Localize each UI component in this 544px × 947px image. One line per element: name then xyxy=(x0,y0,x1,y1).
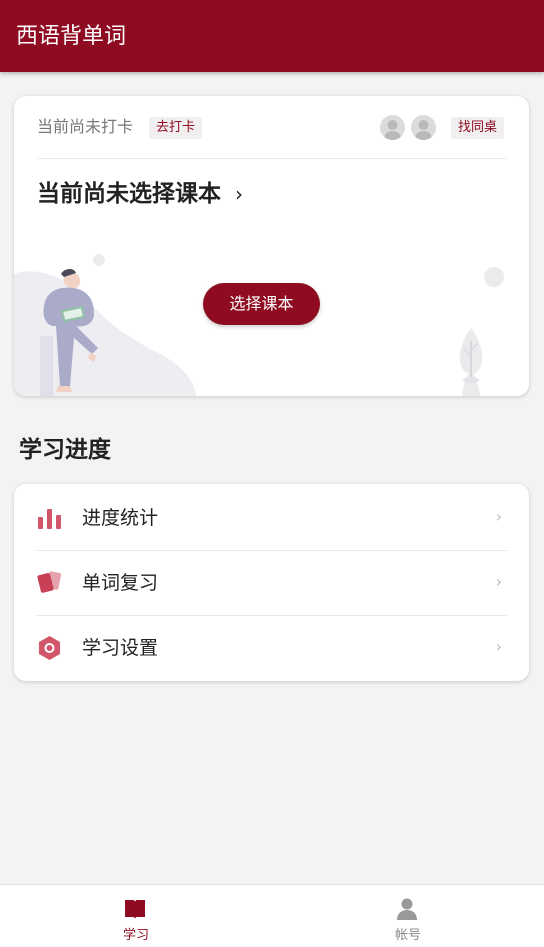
deskmate-avatar[interactable] xyxy=(411,115,436,140)
menu-item-label: 学习设置 xyxy=(82,637,159,659)
menu-item-study-settings[interactable]: 学习设置 › xyxy=(14,615,529,680)
chevron-right-icon[interactable]: › xyxy=(235,180,243,208)
chevron-right-icon: › xyxy=(495,637,502,656)
divider xyxy=(37,158,507,159)
nav-tab-label: 帐号 xyxy=(394,928,421,943)
flashcards-icon xyxy=(37,571,62,593)
nav-tab-label: 学习 xyxy=(122,928,149,943)
book-icon xyxy=(125,900,145,919)
chevron-right-icon: › xyxy=(495,572,502,591)
app-bar: 西语背单词 xyxy=(0,0,544,72)
deskmate-avatar[interactable] xyxy=(380,115,405,140)
menu-item-progress-stats[interactable]: 进度统计 › xyxy=(14,485,529,550)
app-title: 西语背单词 xyxy=(16,24,127,49)
bottom-navigation: 学习 帐号 xyxy=(0,884,544,947)
progress-menu: 进度统计 › 单词复习 › 学习设置 › xyxy=(14,484,529,681)
checkin-button[interactable]: 去打卡 xyxy=(149,117,203,139)
progress-section-title: 学习进度 xyxy=(19,437,111,463)
nav-tab-study[interactable]: 学习 xyxy=(0,885,272,947)
select-textbook-button[interactable]: 选择课本 xyxy=(203,283,320,325)
menu-item-word-review[interactable]: 单词复习 › xyxy=(14,550,529,615)
bar-chart-icon xyxy=(38,509,61,529)
menu-item-label: 进度统计 xyxy=(82,507,159,529)
user-icon xyxy=(397,898,417,920)
checkin-status-text: 当前尚未打卡 xyxy=(37,117,134,136)
course-title[interactable]: 当前尚未选择课本 xyxy=(37,178,221,210)
hexagon-settings-icon xyxy=(39,636,60,660)
study-status-card: 当前尚未打卡 去打卡 找同桌 当前尚未选择课本 › 选择课本 xyxy=(14,96,529,396)
nav-tab-account[interactable]: 帐号 xyxy=(272,885,544,947)
find-deskmate-button[interactable]: 找同桌 xyxy=(451,117,505,139)
menu-item-label: 单词复习 xyxy=(82,572,159,594)
chevron-right-icon: › xyxy=(495,507,502,526)
